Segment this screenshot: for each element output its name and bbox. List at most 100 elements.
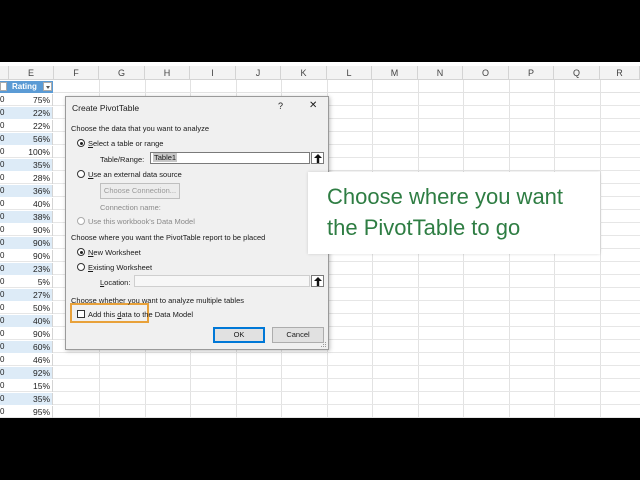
cancel-button[interactable]: Cancel [272,327,324,343]
resize-grip-icon[interactable] [319,340,327,348]
column-header-o[interactable]: O [463,66,509,80]
cell-column-d[interactable]: 0 [0,302,9,314]
existing-worksheet-label[interactable]: Existing Worksheet [88,263,152,272]
rating-cell[interactable]: 95% [9,406,53,418]
cell-column-d[interactable]: 0 [0,289,9,301]
rating-cell[interactable]: 46% [9,354,53,366]
new-worksheet-radio[interactable] [77,248,85,256]
rating-cell[interactable]: 40% [9,315,53,327]
column-d-filter[interactable] [0,81,9,93]
connection-name-label: Connection name: [100,203,161,212]
rating-cell[interactable]: 92% [9,367,53,379]
rating-cell[interactable]: 100% [9,146,53,158]
column-header-e[interactable]: E [9,66,54,80]
column-header-d[interactable] [0,66,9,80]
external-source-radio[interactable] [77,170,85,178]
column-header-j[interactable]: J [236,66,281,80]
cell-column-d[interactable]: 0 [0,315,9,327]
cell-column-d[interactable]: 0 [0,172,9,184]
existing-worksheet-radio[interactable] [77,263,85,271]
range-collapse-button[interactable] [311,152,324,164]
cell-column-d[interactable]: 0 [0,107,9,119]
rating-cell[interactable]: 35% [9,393,53,405]
column-header-k[interactable]: K [281,66,327,80]
rating-cell[interactable]: 38% [9,211,53,223]
rating-cell[interactable]: 23% [9,263,53,275]
column-header-p[interactable]: P [509,66,554,80]
select-table-label[interactable]: Select a table or range [88,139,163,148]
rating-cell[interactable]: 90% [9,237,53,249]
ok-button[interactable]: OK [213,327,265,343]
rating-cell[interactable]: 22% [9,120,53,132]
rating-cell[interactable]: 90% [9,250,53,262]
select-table-radio[interactable] [77,139,85,147]
rating-cell[interactable]: 22% [9,107,53,119]
rating-cell[interactable]: 75% [9,94,53,106]
add-data-model-checkbox[interactable] [77,310,85,318]
cell-column-d[interactable]: 0 [0,146,9,158]
arrow-up-icon [314,154,322,163]
create-pivottable-dialog: Create PivotTable ? ✕ Choose the data th… [65,96,329,350]
column-header-i[interactable]: I [190,66,236,80]
location-collapse-button[interactable] [311,275,324,287]
rating-cell[interactable]: 15% [9,380,53,392]
data-model-label: Use this workbook's Data Model [88,217,195,226]
column-header-l[interactable]: L [327,66,372,80]
column-header-r[interactable]: R [600,66,640,80]
data-model-radio[interactable] [77,217,85,225]
cell-column-d[interactable]: 0 [0,224,9,236]
rating-cell[interactable]: 36% [9,185,53,197]
cell-column-d[interactable]: 0 [0,276,9,288]
rating-cell[interactable]: 35% [9,159,53,171]
cell-column-d[interactable]: 0 [0,198,9,210]
cell-column-d[interactable]: 0 [0,250,9,262]
rating-cell[interactable]: 5% [9,276,53,288]
cell-column-d[interactable]: 0 [0,94,9,106]
rating-header-cell[interactable]: Rating [9,81,53,93]
help-button[interactable]: ? [278,101,283,111]
column-header-m[interactable]: M [372,66,418,80]
cell-column-d[interactable]: 0 [0,120,9,132]
cell-column-d[interactable]: 0 [0,211,9,223]
column-header-h[interactable]: H [145,66,190,80]
cell-column-d[interactable]: 0 [0,185,9,197]
external-source-label[interactable]: Use an external data source [88,170,182,179]
rating-cell[interactable]: 27% [9,289,53,301]
cell-column-d[interactable]: 0 [0,133,9,145]
column-header-n[interactable]: N [418,66,463,80]
cell-column-d[interactable]: 0 [0,393,9,405]
dropdown-arrow-icon[interactable] [0,82,7,91]
rating-cell[interactable]: 50% [9,302,53,314]
table-range-input[interactable]: Table1 [150,152,310,164]
column-header-f[interactable]: F [54,66,99,80]
rating-header-label: Rating [12,82,37,91]
section-placement-label: Choose where you want the PivotTable rep… [71,233,266,242]
cell-column-d[interactable]: 0 [0,341,9,353]
cell-column-d[interactable]: 0 [0,159,9,171]
rating-cell[interactable]: 90% [9,328,53,340]
new-worksheet-label[interactable]: New Worksheet [88,248,141,257]
table-header-row: Rating [0,81,640,93]
add-data-model-label[interactable]: Add this data to the Data Model [88,310,193,319]
rating-cell[interactable]: 40% [9,198,53,210]
dropdown-arrow-icon[interactable] [43,82,52,91]
cell-column-d[interactable]: 0 [0,380,9,392]
column-header-q[interactable]: Q [554,66,600,80]
rating-cell[interactable]: 28% [9,172,53,184]
callout-line-1: Choose where you want [327,184,564,209]
column-header-g[interactable]: G [99,66,145,80]
cell-column-d[interactable]: 0 [0,328,9,340]
location-input[interactable] [134,275,310,287]
choose-connection-button[interactable]: Choose Connection... [100,183,180,199]
rating-cell[interactable]: 60% [9,341,53,353]
cell-column-d[interactable]: 0 [0,354,9,366]
cell-column-d[interactable]: 0 [0,237,9,249]
cell-column-d[interactable]: 0 [0,406,9,418]
rating-cell[interactable]: 56% [9,133,53,145]
close-icon[interactable]: ✕ [309,100,317,111]
table-range-label: Table/Range: [100,155,145,164]
cell-column-d[interactable]: 0 [0,263,9,275]
cell-column-d[interactable]: 0 [0,367,9,379]
rating-cell[interactable]: 90% [9,224,53,236]
section-data-label: Choose the data that you want to analyze [71,124,210,133]
